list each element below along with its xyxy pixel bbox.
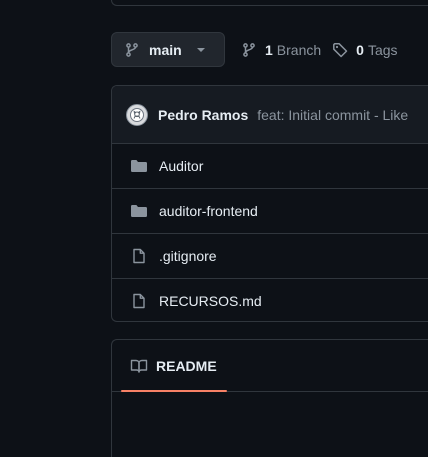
- file-name[interactable]: RECURSOS.md: [159, 293, 262, 309]
- file-icon: [130, 293, 148, 309]
- commit-message[interactable]: feat: Initial commit - Like: [257, 107, 408, 123]
- file-icon: [130, 248, 148, 264]
- file-name[interactable]: Auditor: [159, 158, 203, 174]
- commit-author[interactable]: Pedro Ramos: [158, 107, 248, 123]
- git-branch-icon: [241, 42, 257, 58]
- repo-page: main 1 Branch 0 Tags Pedro Ramos feat: I…: [0, 0, 428, 457]
- file-row-gitignore[interactable]: .gitignore: [112, 234, 428, 279]
- file-row-recursos[interactable]: RECURSOS.md: [112, 279, 428, 321]
- readme-header: README: [112, 340, 428, 392]
- tags-count: 0: [356, 41, 364, 58]
- github-octocat-icon: [130, 107, 144, 122]
- file-name[interactable]: .gitignore: [159, 248, 217, 264]
- branch-selector-button[interactable]: main: [111, 32, 225, 67]
- branch-name: main: [149, 41, 182, 58]
- tag-icon: [332, 42, 348, 58]
- git-branch-icon: [124, 42, 140, 58]
- latest-commit-row: Pedro Ramos feat: Initial commit - Like: [112, 86, 428, 144]
- folder-icon: [130, 158, 148, 174]
- branches-link[interactable]: 1 Branch: [241, 42, 321, 58]
- tags-label: Tags: [367, 41, 398, 58]
- branches-count: 1: [265, 41, 273, 58]
- folder-icon: [130, 203, 148, 219]
- readme-tab-label: README: [156, 358, 217, 374]
- file-row-auditor-frontend[interactable]: auditor-frontend: [112, 189, 428, 234]
- file-list: Pedro Ramos feat: Initial commit - Like …: [111, 85, 428, 322]
- file-row-auditor[interactable]: Auditor: [112, 144, 428, 189]
- caret-down-icon: [196, 47, 206, 53]
- tags-link[interactable]: 0 Tags: [332, 41, 398, 58]
- tab-readme[interactable]: README: [121, 340, 227, 392]
- repo-toolbar: main 1 Branch 0 Tags: [111, 32, 398, 67]
- readme-panel: README: [111, 339, 428, 457]
- book-icon: [130, 358, 148, 374]
- file-name[interactable]: auditor-frontend: [159, 203, 258, 219]
- active-tab-underline: [121, 390, 227, 392]
- previous-panel-edge: [111, 0, 428, 6]
- avatar[interactable]: [126, 103, 148, 126]
- branches-label: Branch: [276, 41, 322, 58]
